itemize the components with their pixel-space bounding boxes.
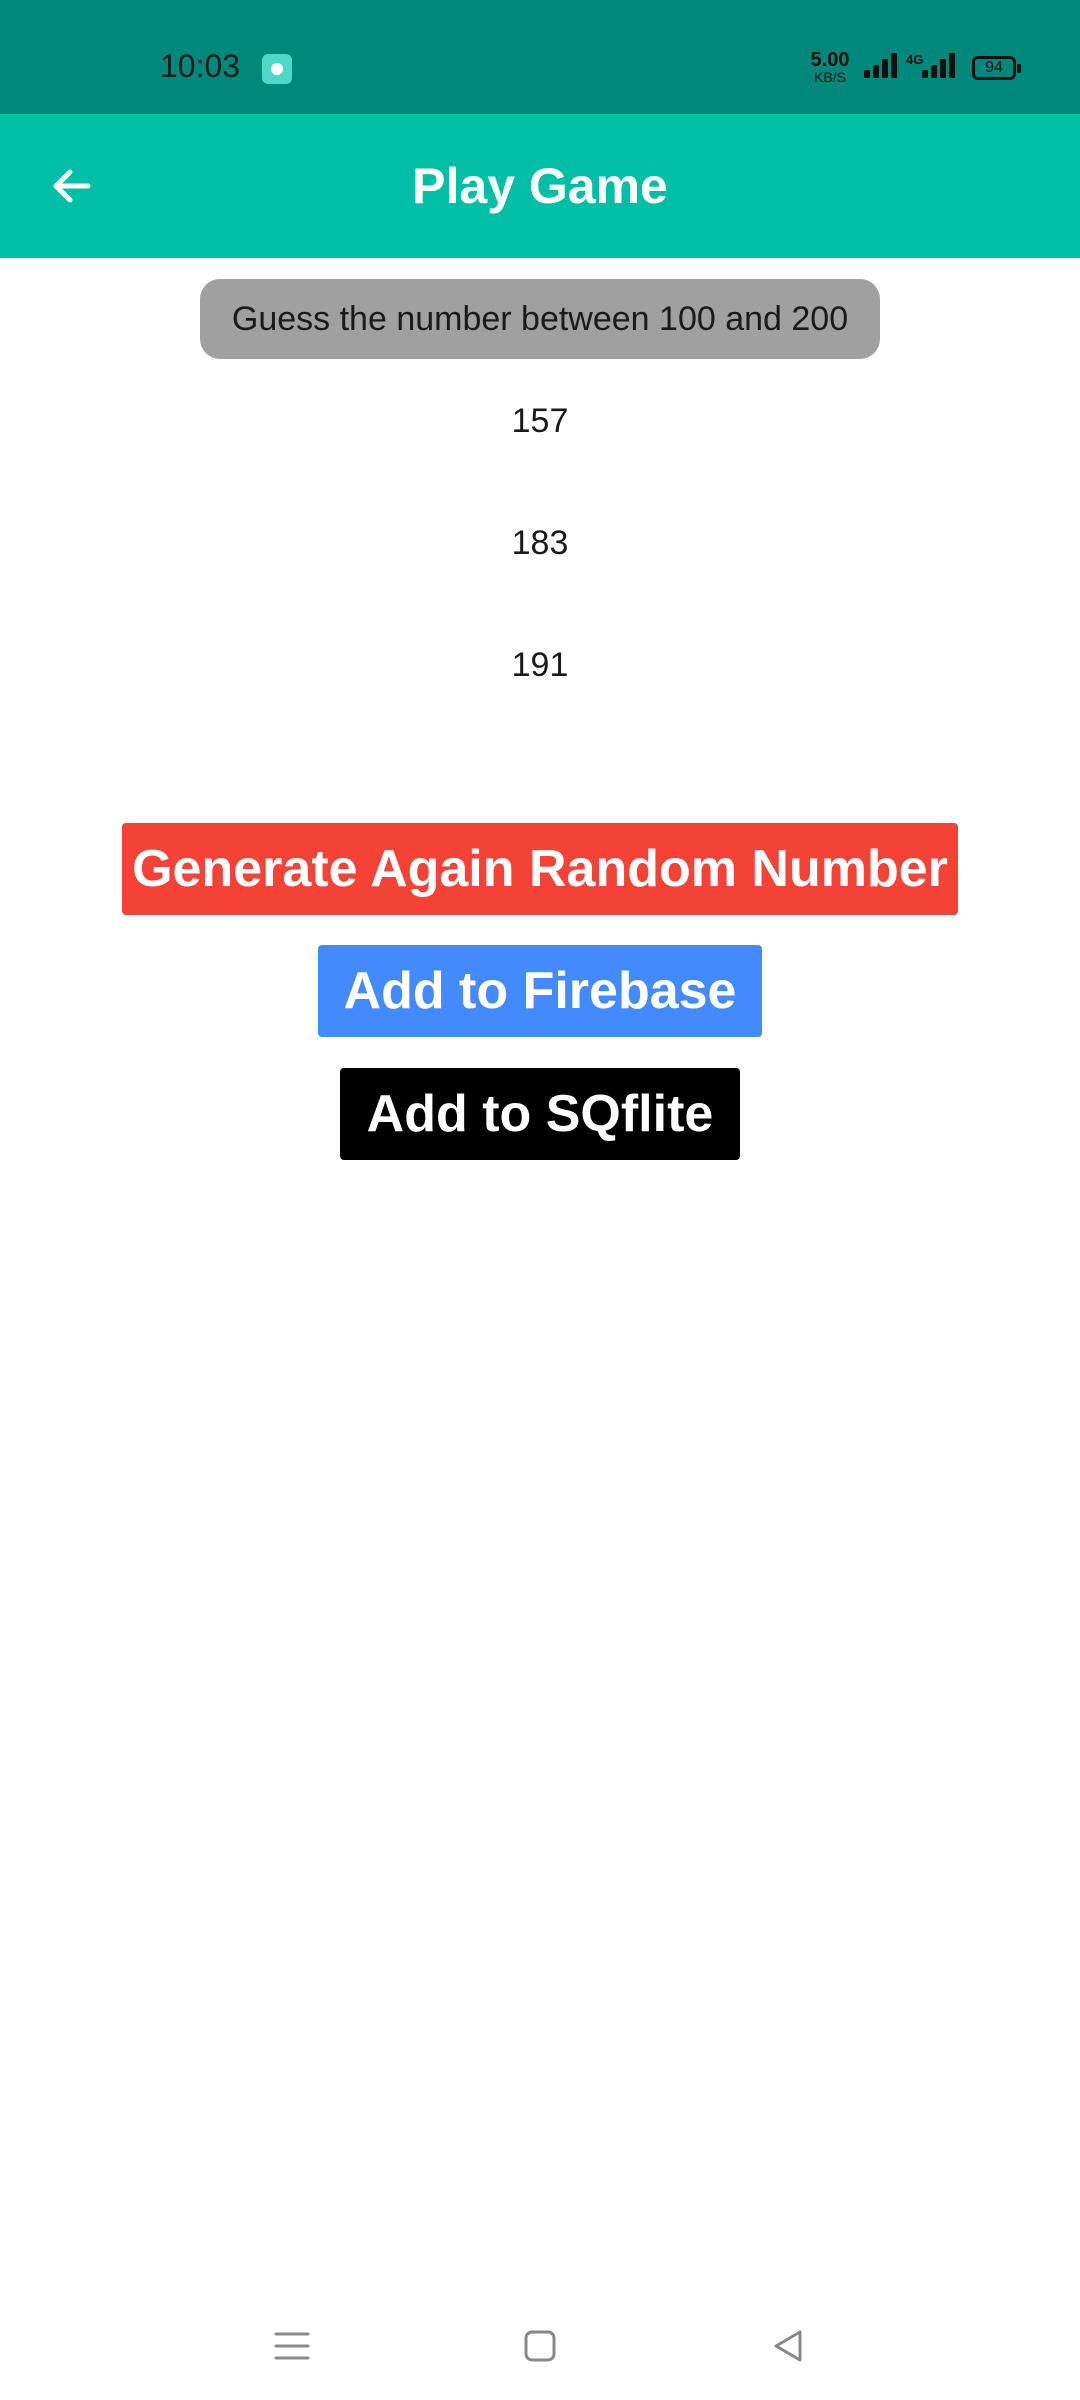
battery-icon: 94 — [972, 56, 1021, 80]
network-type-label: 4G — [906, 52, 924, 67]
status-time: 10:03 — [160, 48, 241, 84]
nav-back-button[interactable] — [748, 2310, 828, 2382]
menu-icon — [274, 2332, 310, 2360]
guess-prompt: Guess the number between 100 and 200 — [200, 279, 880, 359]
signal-strength-icon — [864, 52, 898, 78]
notification-app-icon — [262, 54, 292, 84]
page-title: Play Game — [412, 158, 668, 214]
add-to-firebase-button[interactable]: Add to Firebase — [318, 945, 762, 1037]
add-to-sqflite-button[interactable]: Add to SQflite — [340, 1068, 740, 1160]
back-button[interactable] — [30, 150, 114, 222]
signal-strength-4g-icon — [922, 52, 956, 78]
back-triangle-icon — [774, 2330, 802, 2362]
guess-number-3: 191 — [511, 646, 569, 684]
network-speed-unit: KB/S — [814, 69, 846, 85]
guess-number-2: 183 — [511, 524, 569, 562]
arrow-left-icon — [53, 169, 91, 203]
app-bar: Play Game — [0, 114, 1080, 258]
home-button[interactable] — [500, 2310, 580, 2382]
network-speed: 5.00 KB/S — [806, 50, 854, 84]
recent-apps-button[interactable] — [252, 2310, 332, 2382]
status-bar: 10:03 5.00 KB/S 4G 94 — [0, 0, 1080, 114]
system-navigation-bar — [0, 2290, 1080, 2400]
home-icon — [524, 2330, 556, 2362]
network-speed-value: 5.00 — [810, 49, 850, 71]
guess-number-1: 157 — [511, 402, 569, 440]
generate-random-number-button[interactable]: Generate Again Random Number — [122, 823, 958, 915]
